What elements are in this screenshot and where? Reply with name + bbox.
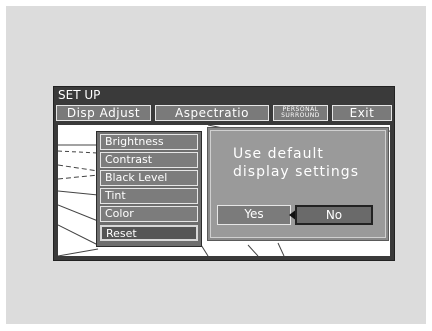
menu-exit[interactable]: Exit (332, 105, 392, 121)
adjust-item-color[interactable]: Color (100, 206, 198, 222)
tv-screen: SET UP Disp Adjust Aspectratio PERSONAL … (53, 86, 395, 261)
adjust-item-black-level[interactable]: Black Level (100, 170, 198, 186)
reset-dialog-panel: Use default display settings Yes No (210, 130, 386, 238)
setup-title: SET UP (58, 88, 101, 102)
adjust-item-tint[interactable]: Tint (100, 188, 198, 204)
adjust-item-brightness[interactable]: Brightness (100, 134, 198, 150)
menu-aspectratio[interactable]: Aspectratio (155, 105, 269, 121)
adjust-item-contrast[interactable]: Contrast (100, 152, 198, 168)
picture-adjust-menu: Brightness Contrast Black Level Tint Col… (96, 131, 202, 247)
dialog-message-line-2: display settings (233, 164, 359, 180)
reset-dialog: Use default display settings Yes No (207, 127, 389, 241)
adjust-item-reset[interactable]: Reset (100, 225, 198, 241)
menu-personal-surround[interactable]: PERSONAL SURROUND (273, 105, 328, 121)
dialog-message: Use default display settings (233, 145, 383, 181)
no-button[interactable]: No (295, 205, 373, 225)
menu-disp-adjust[interactable]: Disp Adjust (56, 105, 151, 121)
dialog-message-line-1: Use default (233, 146, 324, 162)
menu-bar: Disp Adjust Aspectratio PERSONAL SURROUN… (54, 103, 394, 123)
page-background: SET UP Disp Adjust Aspectratio PERSONAL … (6, 6, 426, 324)
yes-button[interactable]: Yes (217, 205, 291, 225)
